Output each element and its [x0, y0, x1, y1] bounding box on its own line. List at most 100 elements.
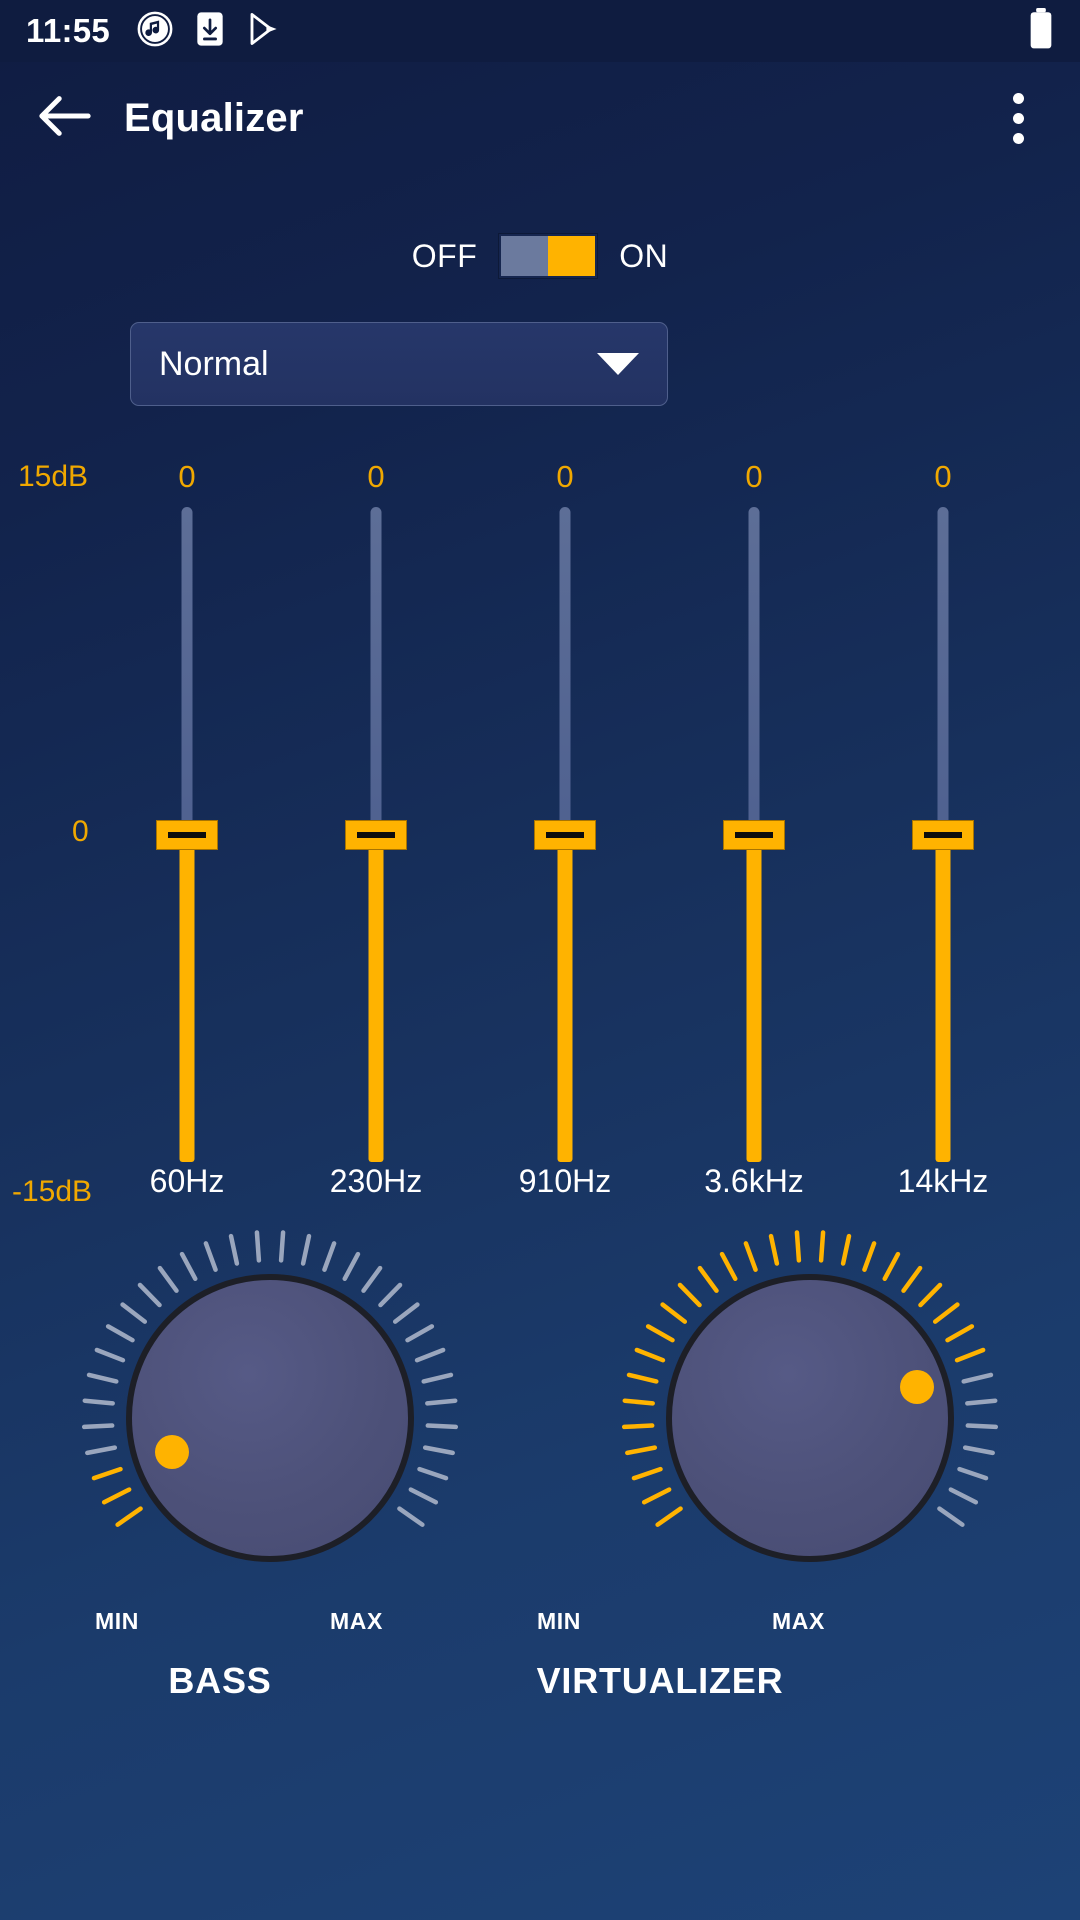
- eq-band: 0 230Hz: [301, 455, 451, 1205]
- knob-tick: [631, 1466, 663, 1481]
- knob-virtualizer[interactable]: [575, 1218, 1045, 1618]
- knob-tick: [179, 1251, 198, 1282]
- knob-minmax-labels: MIN MAX MIN MAX: [0, 1608, 1080, 1648]
- knob-indicator-dot: [154, 1434, 189, 1469]
- knob-tick: [622, 1398, 655, 1406]
- eq-band-value: 0: [745, 459, 763, 494]
- knob-tick: [641, 1487, 672, 1505]
- eq-slider-track-filled: [935, 834, 951, 1162]
- eq-band-slider[interactable]: [490, 507, 640, 1162]
- knob-tick: [342, 1251, 361, 1282]
- play-store-icon: [246, 10, 282, 53]
- knob-tick: [965, 1398, 998, 1406]
- eq-band-slider[interactable]: [868, 507, 1018, 1162]
- eq-slider-track-unfilled: [559, 507, 571, 838]
- equalizer-power-switch[interactable]: [499, 234, 598, 278]
- knob-dial[interactable]: [70, 1218, 470, 1618]
- eq-band: 0 910Hz: [490, 455, 640, 1205]
- knob-tick: [948, 1487, 979, 1505]
- preset-dropdown[interactable]: Normal: [130, 322, 668, 406]
- knob-title: BASS: [168, 1660, 272, 1701]
- battery-full-icon: [1028, 7, 1054, 55]
- knob-tick: [621, 1423, 655, 1430]
- status-clock: 11:55: [26, 12, 111, 49]
- eq-slider-track-filled: [557, 834, 573, 1162]
- eq-band-frequency-label: 3.6kHz: [704, 1163, 804, 1199]
- knob-tick: [645, 1324, 675, 1343]
- effect-knobs: [0, 1218, 1080, 1618]
- knob-tick: [634, 1347, 666, 1363]
- equalizer-power-row: OFF ON: [0, 228, 1080, 284]
- eq-band: 0 3.6kHz: [679, 455, 829, 1205]
- power-off-label: OFF: [411, 237, 478, 274]
- music-note-icon: [136, 10, 174, 53]
- knob-tick: [937, 1506, 965, 1527]
- knob-tick: [660, 1302, 688, 1324]
- knob-tick: [697, 1265, 719, 1293]
- app-bar: Equalizer: [0, 62, 1080, 174]
- back-button[interactable]: [34, 87, 96, 149]
- power-on-label: ON: [619, 237, 669, 274]
- overflow-dot: [1012, 92, 1024, 104]
- knob-dial[interactable]: [610, 1218, 1010, 1618]
- eq-band-value: 0: [934, 459, 952, 494]
- power-switch-track: [501, 236, 549, 276]
- overflow-menu-icon[interactable]: [990, 83, 1046, 153]
- knob-tick: [228, 1233, 240, 1266]
- knob-bass[interactable]: [35, 1218, 505, 1618]
- eq-band-frequency-label: 230Hz: [329, 1163, 423, 1199]
- eq-slider-thumb[interactable]: [156, 820, 218, 850]
- eq-slider-track-unfilled: [748, 507, 760, 838]
- eq-slider-thumb[interactable]: [723, 820, 785, 850]
- knob-face[interactable]: [666, 1274, 954, 1562]
- knob-tick: [81, 1423, 115, 1430]
- knob-tick: [743, 1241, 758, 1272]
- knob-tick: [137, 1282, 162, 1308]
- download-icon: [194, 10, 226, 53]
- eq-slider-thumb[interactable]: [345, 820, 407, 850]
- knob-tick: [677, 1282, 702, 1308]
- eq-band-frequency-label: 60Hz: [149, 1163, 225, 1199]
- page-title: Equalizer: [124, 95, 304, 140]
- knob-tick: [818, 1230, 826, 1263]
- overflow-dot: [1012, 112, 1024, 124]
- knob-tick: [422, 1445, 455, 1456]
- knob-tick: [101, 1487, 132, 1505]
- knob-min-label: MIN: [537, 1608, 581, 1634]
- knob-tick: [86, 1372, 119, 1384]
- knob-tick: [862, 1241, 877, 1272]
- eq-slider-thumb[interactable]: [912, 820, 974, 850]
- knob-tick: [961, 1372, 994, 1384]
- knob-tick: [794, 1230, 802, 1263]
- eq-slider-thumb[interactable]: [534, 820, 596, 850]
- eq-slider-track-filled: [746, 834, 762, 1162]
- knob-face[interactable]: [126, 1274, 414, 1562]
- knob-title: VIRTUALIZER: [536, 1660, 784, 1701]
- eq-band: 0 60Hz: [112, 455, 262, 1205]
- knob-tick: [85, 1445, 118, 1456]
- eq-band-slider[interactable]: [679, 507, 829, 1162]
- knob-tick: [945, 1324, 975, 1343]
- overflow-dot: [1012, 132, 1024, 144]
- knob-tick: [719, 1251, 738, 1282]
- status-bar: 11:55: [0, 0, 1080, 62]
- eq-slider-track-unfilled: [370, 507, 382, 838]
- knob-tick: [322, 1241, 337, 1272]
- back-arrow-icon: [38, 94, 92, 143]
- knob-tick: [405, 1324, 435, 1343]
- knob-min-label: MIN: [95, 1608, 139, 1634]
- knob-tick: [361, 1265, 383, 1293]
- knob-tick: [94, 1347, 126, 1363]
- eq-band-value: 0: [556, 459, 574, 494]
- knob-tick: [105, 1324, 135, 1343]
- eq-slider-track-filled: [368, 834, 384, 1162]
- knob-tick: [655, 1506, 683, 1527]
- knob-tick: [408, 1487, 439, 1505]
- status-notification-icons: [136, 10, 282, 53]
- eq-band-frequency-label: 14kHz: [897, 1163, 989, 1199]
- knob-tick: [626, 1372, 659, 1384]
- eq-band-slider[interactable]: [301, 507, 451, 1162]
- eq-band-slider[interactable]: [112, 507, 262, 1162]
- knob-tick: [414, 1347, 446, 1363]
- knob-tick: [962, 1445, 995, 1456]
